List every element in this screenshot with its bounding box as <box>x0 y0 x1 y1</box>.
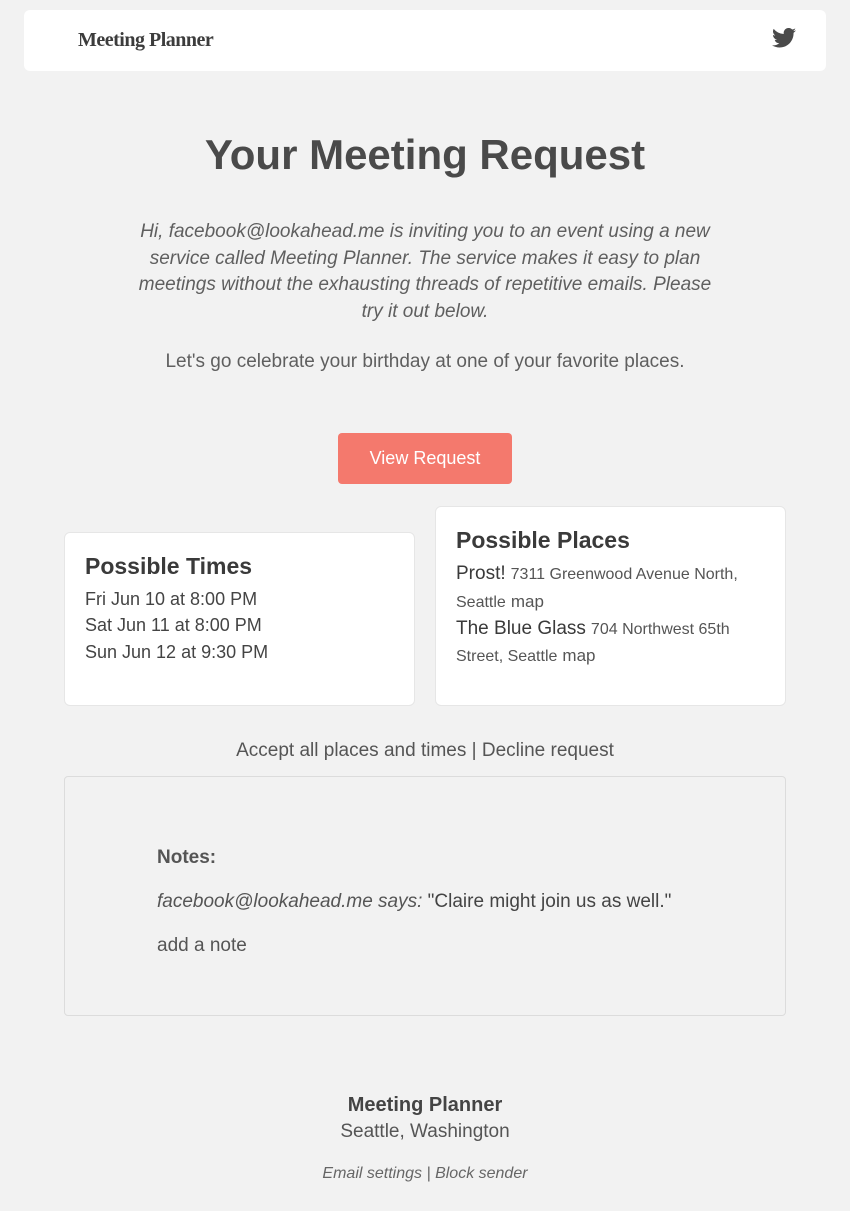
notes-box: Notes: facebook@lookahead.me says: "Clai… <box>64 776 786 1016</box>
intro-hi: Hi, <box>140 221 169 242</box>
footer-links: Email settings | Block sender <box>64 1165 786 1183</box>
intro-service: Meeting Planner <box>270 248 408 269</box>
note-line: facebook@lookahead.me says: "Claire migh… <box>157 891 693 913</box>
map-link[interactable]: map <box>562 646 595 665</box>
block-sender-link[interactable]: Block sender <box>435 1165 528 1182</box>
footer-location: Seattle, Washington <box>64 1121 786 1143</box>
places-heading: Possible Places <box>456 527 765 554</box>
note-says: says: <box>373 891 428 912</box>
email-settings-link[interactable]: Email settings <box>322 1165 422 1182</box>
actions-row: Accept all places and times | Decline re… <box>64 740 786 762</box>
intro-email: facebook@lookahead.me <box>169 221 385 242</box>
footer-separator: | <box>422 1165 435 1182</box>
lead-text: Let's go celebrate your birthday at one … <box>64 351 786 373</box>
intro-text: Hi, facebook@lookahead.me is inviting yo… <box>135 219 715 325</box>
header: Meeting Planner <box>24 10 826 71</box>
note-quote: "Claire might join us as well." <box>428 891 672 912</box>
main-content: Your Meeting Request Hi, facebook@lookah… <box>0 71 850 1211</box>
accept-all-link[interactable]: Accept all places and times <box>236 740 466 761</box>
add-note-link[interactable]: add a note <box>157 935 693 957</box>
place-name: The Blue Glass <box>456 618 586 639</box>
note-author: facebook@lookahead.me <box>157 891 373 912</box>
place-item: The Blue Glass 704 Northwest 65th Street… <box>456 615 765 669</box>
action-separator: | <box>466 740 482 761</box>
possible-times-card: Possible Times Fri Jun 10 at 8:00 PM Sat… <box>64 532 415 706</box>
times-heading: Possible Times <box>85 553 394 580</box>
footer: Meeting Planner Seattle, Washington Emai… <box>64 1094 786 1211</box>
place-name: Prost! <box>456 563 506 584</box>
decline-link[interactable]: Decline request <box>482 740 614 761</box>
place-item: Prost! 7311 Greenwood Avenue North, Seat… <box>456 560 765 614</box>
time-option: Sun Jun 12 at 9:30 PM <box>85 639 394 665</box>
page-title: Your Meeting Request <box>64 131 786 179</box>
brand-logo: Meeting Planner <box>78 29 213 52</box>
time-option: Sat Jun 11 at 8:00 PM <box>85 612 394 638</box>
footer-brand: Meeting Planner <box>64 1094 786 1117</box>
time-option: Fri Jun 10 at 8:00 PM <box>85 586 394 612</box>
cards-row: Possible Times Fri Jun 10 at 8:00 PM Sat… <box>64 506 786 706</box>
possible-places-card: Possible Places Prost! 7311 Greenwood Av… <box>435 506 786 706</box>
notes-heading: Notes: <box>157 847 693 869</box>
twitter-icon[interactable] <box>772 28 796 53</box>
map-link[interactable]: map <box>511 592 544 611</box>
view-request-button[interactable]: View Request <box>338 433 513 484</box>
